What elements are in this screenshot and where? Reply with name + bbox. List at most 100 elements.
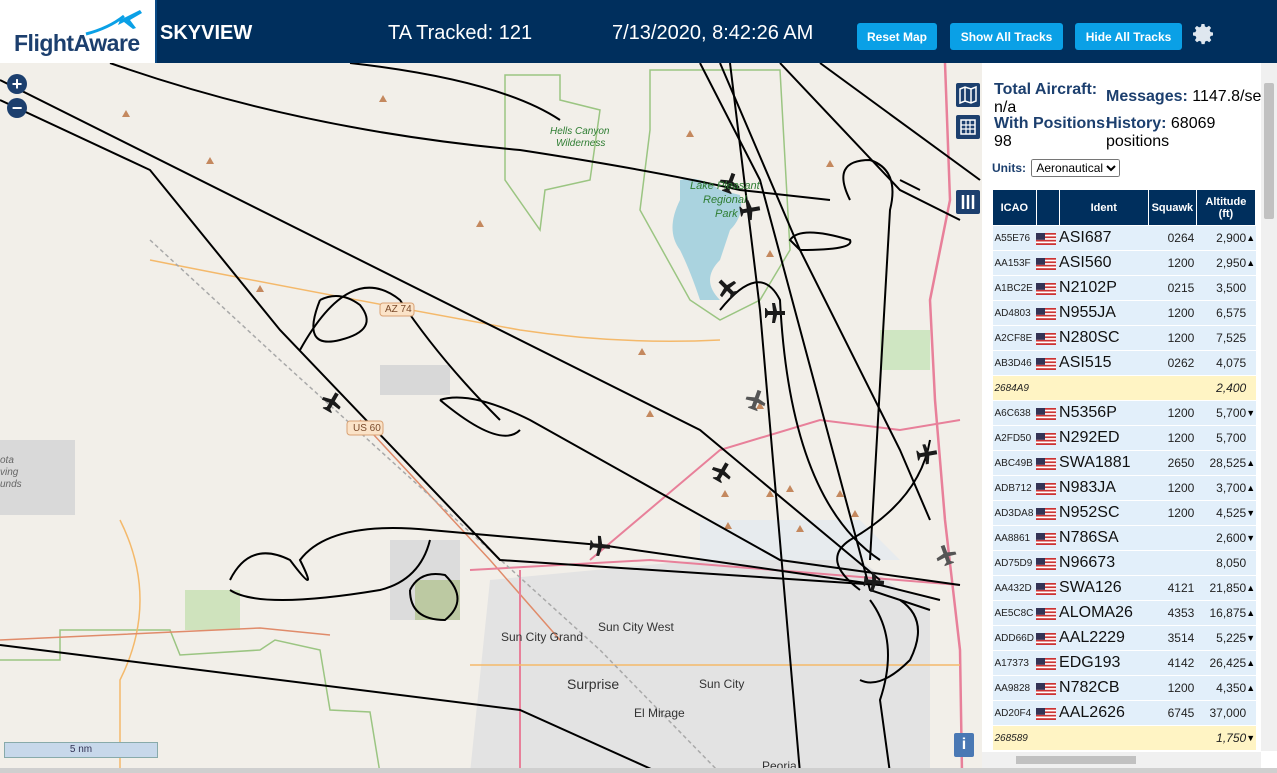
flag-cell	[1036, 300, 1060, 326]
grid-icon[interactable]	[956, 115, 980, 139]
squawk-cell: 4121	[1148, 575, 1197, 601]
table-row[interactable]: 2684A9 2,400	[992, 375, 1256, 401]
us-flag-icon	[1036, 607, 1057, 620]
reset-map-button[interactable]: Reset Map	[857, 23, 937, 50]
altitude-cell: 4,075	[1196, 350, 1247, 376]
table-row[interactable]: AE5C8C ALOMA26 4353 16,875 ▲	[992, 600, 1256, 626]
icao-cell: AA8861	[992, 525, 1037, 551]
messages-label: Messages:	[1106, 88, 1188, 105]
altitude-cell: 4,350	[1196, 675, 1247, 701]
info-button[interactable]: i	[954, 733, 974, 757]
zoom-out-button[interactable]: −	[7, 98, 27, 118]
flag-cell	[1036, 675, 1060, 701]
squawk-cell: 1200	[1148, 300, 1197, 326]
table-row[interactable]: AA153F ASI560 1200 2,950 ▲	[992, 250, 1256, 276]
table-row[interactable]: AD75D9 N96673 8,050	[992, 550, 1256, 576]
table-row[interactable]: AD20F4 AAL2626 6745 37,000	[992, 700, 1256, 726]
flag-cell	[1036, 550, 1060, 576]
icao-cell: ADB712	[992, 475, 1037, 501]
flightaware-logo[interactable]: FlightAware	[0, 0, 157, 63]
units-select[interactable]: Aeronautical	[1031, 159, 1121, 177]
column-header-squawk[interactable]: Squawk	[1147, 189, 1197, 226]
us-flag-icon	[1036, 407, 1057, 420]
table-row[interactable]: AD3DA8 N952SC 1200 4,525 ▼	[992, 500, 1256, 526]
altitude-trend-icon: ▲	[1246, 575, 1256, 601]
table-row[interactable]: ADB712 N983JA 1200 3,700 ▲	[992, 475, 1256, 501]
table-row[interactable]: A1BC2E N2102P 0215 3,500	[992, 275, 1256, 301]
us-flag-icon	[1036, 707, 1057, 720]
altitude-trend-icon	[1246, 700, 1256, 726]
altitude-trend-icon: ▲	[1246, 475, 1256, 501]
table-row[interactable]: A55E76 ASI687 0264 2,900 ▲	[992, 225, 1256, 251]
column-header-altitude[interactable]: Altitude (ft)	[1195, 189, 1257, 226]
altitude-cell: 1,750	[1196, 725, 1247, 751]
units-row: Units: Aeronautical	[992, 159, 1121, 177]
horizontal-scrollbar[interactable]	[982, 752, 1261, 768]
gear-icon[interactable]	[1192, 22, 1216, 46]
horizontal-scrollbar-thumb[interactable]	[1016, 756, 1136, 764]
map-layers-icon[interactable]	[956, 83, 980, 107]
flag-cell	[1036, 275, 1060, 301]
us-flag-icon	[1036, 432, 1057, 445]
table-row[interactable]: AA8861 N786SA 2,600 ▼	[992, 525, 1256, 551]
icao-cell: AA432D	[992, 575, 1037, 601]
ident-cell	[1059, 375, 1149, 401]
ident-cell: AAL2626	[1059, 700, 1149, 726]
icao-cell: AD3DA8	[992, 500, 1037, 526]
us-flag-icon	[1036, 307, 1057, 320]
aircraft-panel: Total Aircraft: n/a Messages: 1147.8/sec…	[982, 63, 1277, 773]
altitude-cell: 8,050	[1196, 550, 1247, 576]
ident-cell: ASI687	[1059, 225, 1149, 251]
altitude-cell: 7,525	[1196, 325, 1247, 351]
altitude-cell: 2,950	[1196, 250, 1247, 276]
altitude-trend-icon: ▼	[1246, 525, 1256, 551]
ident-cell: N782CB	[1059, 675, 1149, 701]
squawk-cell: 0215	[1148, 275, 1197, 301]
column-header-ident[interactable]: Ident	[1058, 189, 1149, 226]
altitude-cell: 3,500	[1196, 275, 1247, 301]
vertical-scrollbar[interactable]	[1261, 63, 1277, 751]
table-row[interactable]: AD4803 N955JA 1200 6,575	[992, 300, 1256, 326]
zoom-in-button[interactable]: +	[7, 74, 27, 94]
flag-cell	[1036, 650, 1060, 676]
table-row[interactable]: A2FD50 N292ED 1200 5,700	[992, 425, 1256, 451]
map-label-lake-pleasant: Lake Pleasant	[690, 180, 760, 192]
map-view[interactable]: + − AZ 74 US 60 Hells Canyon Wilderness …	[0, 63, 982, 773]
scrollbar-thumb[interactable]	[1264, 83, 1274, 219]
altitude-trend-icon	[1246, 300, 1256, 326]
columns-toggle-icon[interactable]	[956, 190, 980, 214]
table-row[interactable]: AA9828 N782CB 1200 4,350 ▲	[992, 675, 1256, 701]
table-row[interactable]: 268589 1,750 ▼	[992, 725, 1256, 751]
table-row[interactable]: AA432D SWA126 4121 21,850 ▲	[992, 575, 1256, 601]
table-row[interactable]: ABC49B SWA1881 2650 28,525 ▲	[992, 450, 1256, 476]
column-header-icao[interactable]: ICAO	[992, 189, 1037, 226]
us-flag-icon	[1036, 557, 1057, 570]
altitude-trend-icon: ▼	[1246, 500, 1256, 526]
table-row[interactable]: A17373 EDG193 4142 26,425 ▲	[992, 650, 1256, 676]
show-all-tracks-button[interactable]: Show All Tracks	[950, 23, 1063, 50]
table-row[interactable]: A6C638 N5356P 1200 5,700 ▼	[992, 400, 1256, 426]
icao-cell: ADD66D	[992, 625, 1037, 651]
altitude-cell: 3,700	[1196, 475, 1247, 501]
table-row[interactable]: A2CF8E N280SC 1200 7,525	[992, 325, 1256, 351]
icao-cell: AA153F	[992, 250, 1037, 276]
squawk-cell: 1200	[1148, 675, 1197, 701]
altitude-trend-icon: ▲	[1246, 650, 1256, 676]
hide-all-tracks-button[interactable]: Hide All Tracks	[1075, 23, 1182, 50]
icao-cell: ABC49B	[992, 450, 1037, 476]
squawk-cell: 1200	[1148, 425, 1197, 451]
table-row[interactable]: AB3D46 ASI515 0262 4,075	[992, 350, 1256, 376]
squawk-cell: 1200	[1148, 475, 1197, 501]
ident-cell: AAL2229	[1059, 625, 1149, 651]
flag-cell	[1036, 425, 1060, 451]
altitude-trend-icon	[1246, 325, 1256, 351]
icao-cell: A55E76	[992, 225, 1037, 251]
map-canvas[interactable]	[0, 63, 982, 773]
map-label-left-town-1: ota	[0, 455, 14, 466]
altitude-trend-icon: ▼	[1246, 725, 1256, 751]
column-header-flag[interactable]	[1035, 189, 1060, 226]
table-row[interactable]: ADD66D AAL2229 3514 5,225 ▼	[992, 625, 1256, 651]
us-flag-icon	[1036, 257, 1057, 270]
altitude-trend-icon	[1246, 375, 1256, 401]
us-flag-icon	[1036, 232, 1057, 245]
